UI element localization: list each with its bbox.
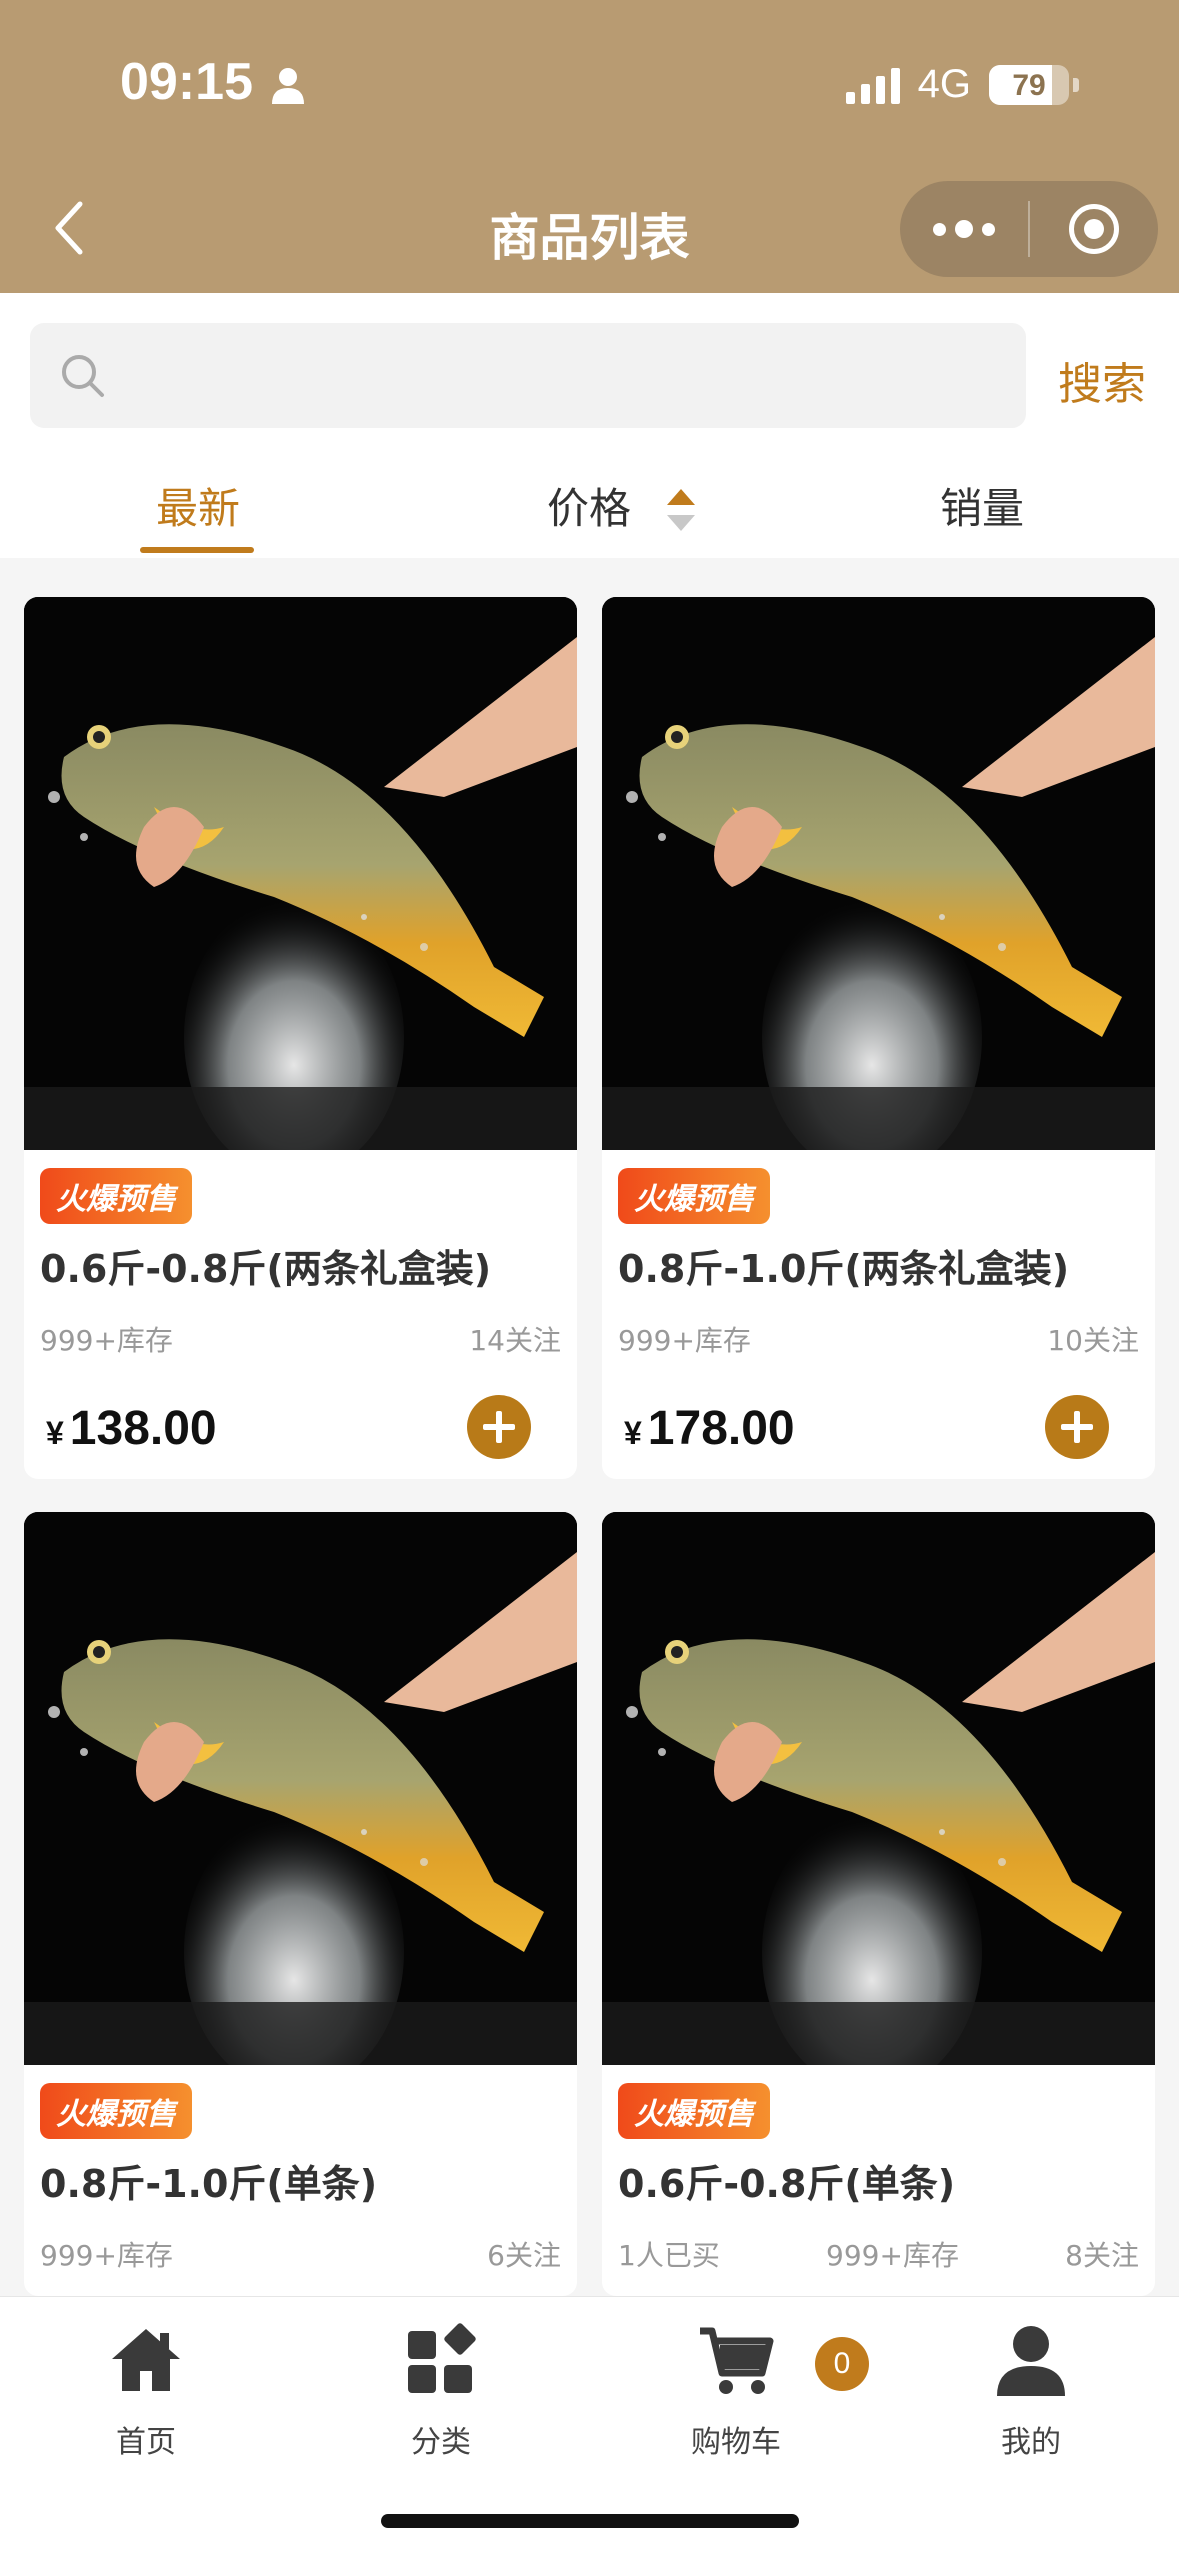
status-indicators: 4G 79 bbox=[845, 62, 1079, 107]
category-icon bbox=[408, 2323, 476, 2393]
presale-badge: 火爆预售 bbox=[40, 2083, 192, 2139]
person-icon bbox=[272, 68, 304, 104]
tab-mine[interactable]: 我的 bbox=[931, 2315, 1131, 2461]
follow-count: 6关注 bbox=[487, 2239, 561, 2272]
follow-count: 8关注 bbox=[1065, 2239, 1139, 2272]
more-icon[interactable] bbox=[900, 181, 1028, 277]
product-name[interactable]: 0.8斤-1.0斤(单条) bbox=[40, 2153, 561, 2208]
product-image[interactable] bbox=[602, 597, 1155, 1150]
add-to-cart-button[interactable] bbox=[1045, 1395, 1109, 1459]
product-card[interactable]: 火爆预售 0.6斤-0.8斤(单条) 1人已买 999+库存 8关注 bbox=[602, 1512, 1155, 2296]
home-indicator bbox=[381, 2514, 799, 2528]
product-card[interactable]: 火爆预售 0.6斤-0.8斤(两条礼盒装) 999+库存 14关注 ¥138.0… bbox=[24, 597, 577, 1479]
sort-tabs: 最新 价格 销量 bbox=[0, 463, 1179, 558]
search-button[interactable]: 搜索 bbox=[1058, 348, 1146, 412]
battery-icon: 79 bbox=[989, 64, 1069, 105]
search-icon bbox=[62, 355, 104, 397]
product-price: ¥178.00 bbox=[624, 1402, 795, 1455]
stock-count: 999+库存 bbox=[40, 1324, 173, 1357]
stock-count: 999+库存 bbox=[826, 2239, 959, 2272]
tab-category-label: 分类 bbox=[411, 2425, 471, 2460]
product-card[interactable]: 火爆预售 0.8斤-1.0斤(单条) 999+库存 6关注 bbox=[24, 1512, 577, 2296]
bought-count: 1人已买 bbox=[618, 2239, 720, 2272]
follow-count: 14关注 bbox=[469, 1324, 561, 1357]
tab-newest[interactable]: 最新 bbox=[156, 475, 240, 536]
product-price: ¥138.00 bbox=[46, 1402, 217, 1455]
product-image[interactable] bbox=[24, 1512, 577, 2065]
tab-category[interactable]: 分类 bbox=[341, 2315, 541, 2461]
presale-badge: 火爆预售 bbox=[618, 1168, 770, 1224]
close-target-icon[interactable] bbox=[1030, 204, 1158, 254]
stock-count: 999+库存 bbox=[618, 1324, 751, 1357]
product-name[interactable]: 0.8斤-1.0斤(两条礼盒装) bbox=[618, 1238, 1139, 1293]
search-box[interactable] bbox=[30, 323, 1026, 428]
sort-arrows-icon[interactable] bbox=[665, 485, 697, 535]
stock-count: 999+库存 bbox=[40, 2239, 173, 2272]
tab-mine-label: 我的 bbox=[1001, 2425, 1061, 2460]
tab-price[interactable]: 价格 bbox=[547, 475, 631, 536]
tab-cart[interactable]: 购物车 bbox=[636, 2315, 836, 2461]
presale-badge: 火爆预售 bbox=[40, 1168, 192, 1224]
header-bar: 09:15 4G 79 商品列表 bbox=[0, 0, 1179, 293]
search-section: 搜索 最新 价格 销量 bbox=[0, 293, 1179, 558]
tab-home[interactable]: 首页 bbox=[46, 2315, 246, 2461]
cart-count-badge: 0 bbox=[815, 2337, 869, 2391]
product-image[interactable] bbox=[602, 1512, 1155, 2065]
follow-count: 10关注 bbox=[1047, 1324, 1139, 1357]
cart-icon bbox=[700, 2327, 774, 2394]
signal-icon bbox=[845, 66, 900, 104]
presale-badge: 火爆预售 bbox=[618, 2083, 770, 2139]
add-to-cart-button[interactable] bbox=[467, 1395, 531, 1459]
product-name[interactable]: 0.6斤-0.8斤(两条礼盒装) bbox=[40, 1238, 561, 1293]
search-input[interactable] bbox=[130, 323, 1010, 428]
mini-program-capsule bbox=[900, 181, 1158, 277]
product-image[interactable] bbox=[24, 597, 577, 1150]
tab-cart-label: 购物车 bbox=[691, 2425, 781, 2460]
user-icon bbox=[997, 2326, 1065, 2396]
product-name[interactable]: 0.6斤-0.8斤(单条) bbox=[618, 2153, 1139, 2208]
network-type: 4G bbox=[917, 62, 971, 106]
tab-home-label: 首页 bbox=[116, 2425, 176, 2460]
tab-sales[interactable]: 销量 bbox=[940, 475, 1024, 536]
battery-level: 79 bbox=[1012, 68, 1046, 102]
status-time: 09:15 bbox=[120, 53, 253, 111]
home-icon bbox=[112, 2329, 180, 2391]
product-card[interactable]: 火爆预售 0.8斤-1.0斤(两条礼盒装) 999+库存 10关注 ¥178.0… bbox=[602, 597, 1155, 1479]
active-tab-indicator bbox=[140, 547, 254, 553]
